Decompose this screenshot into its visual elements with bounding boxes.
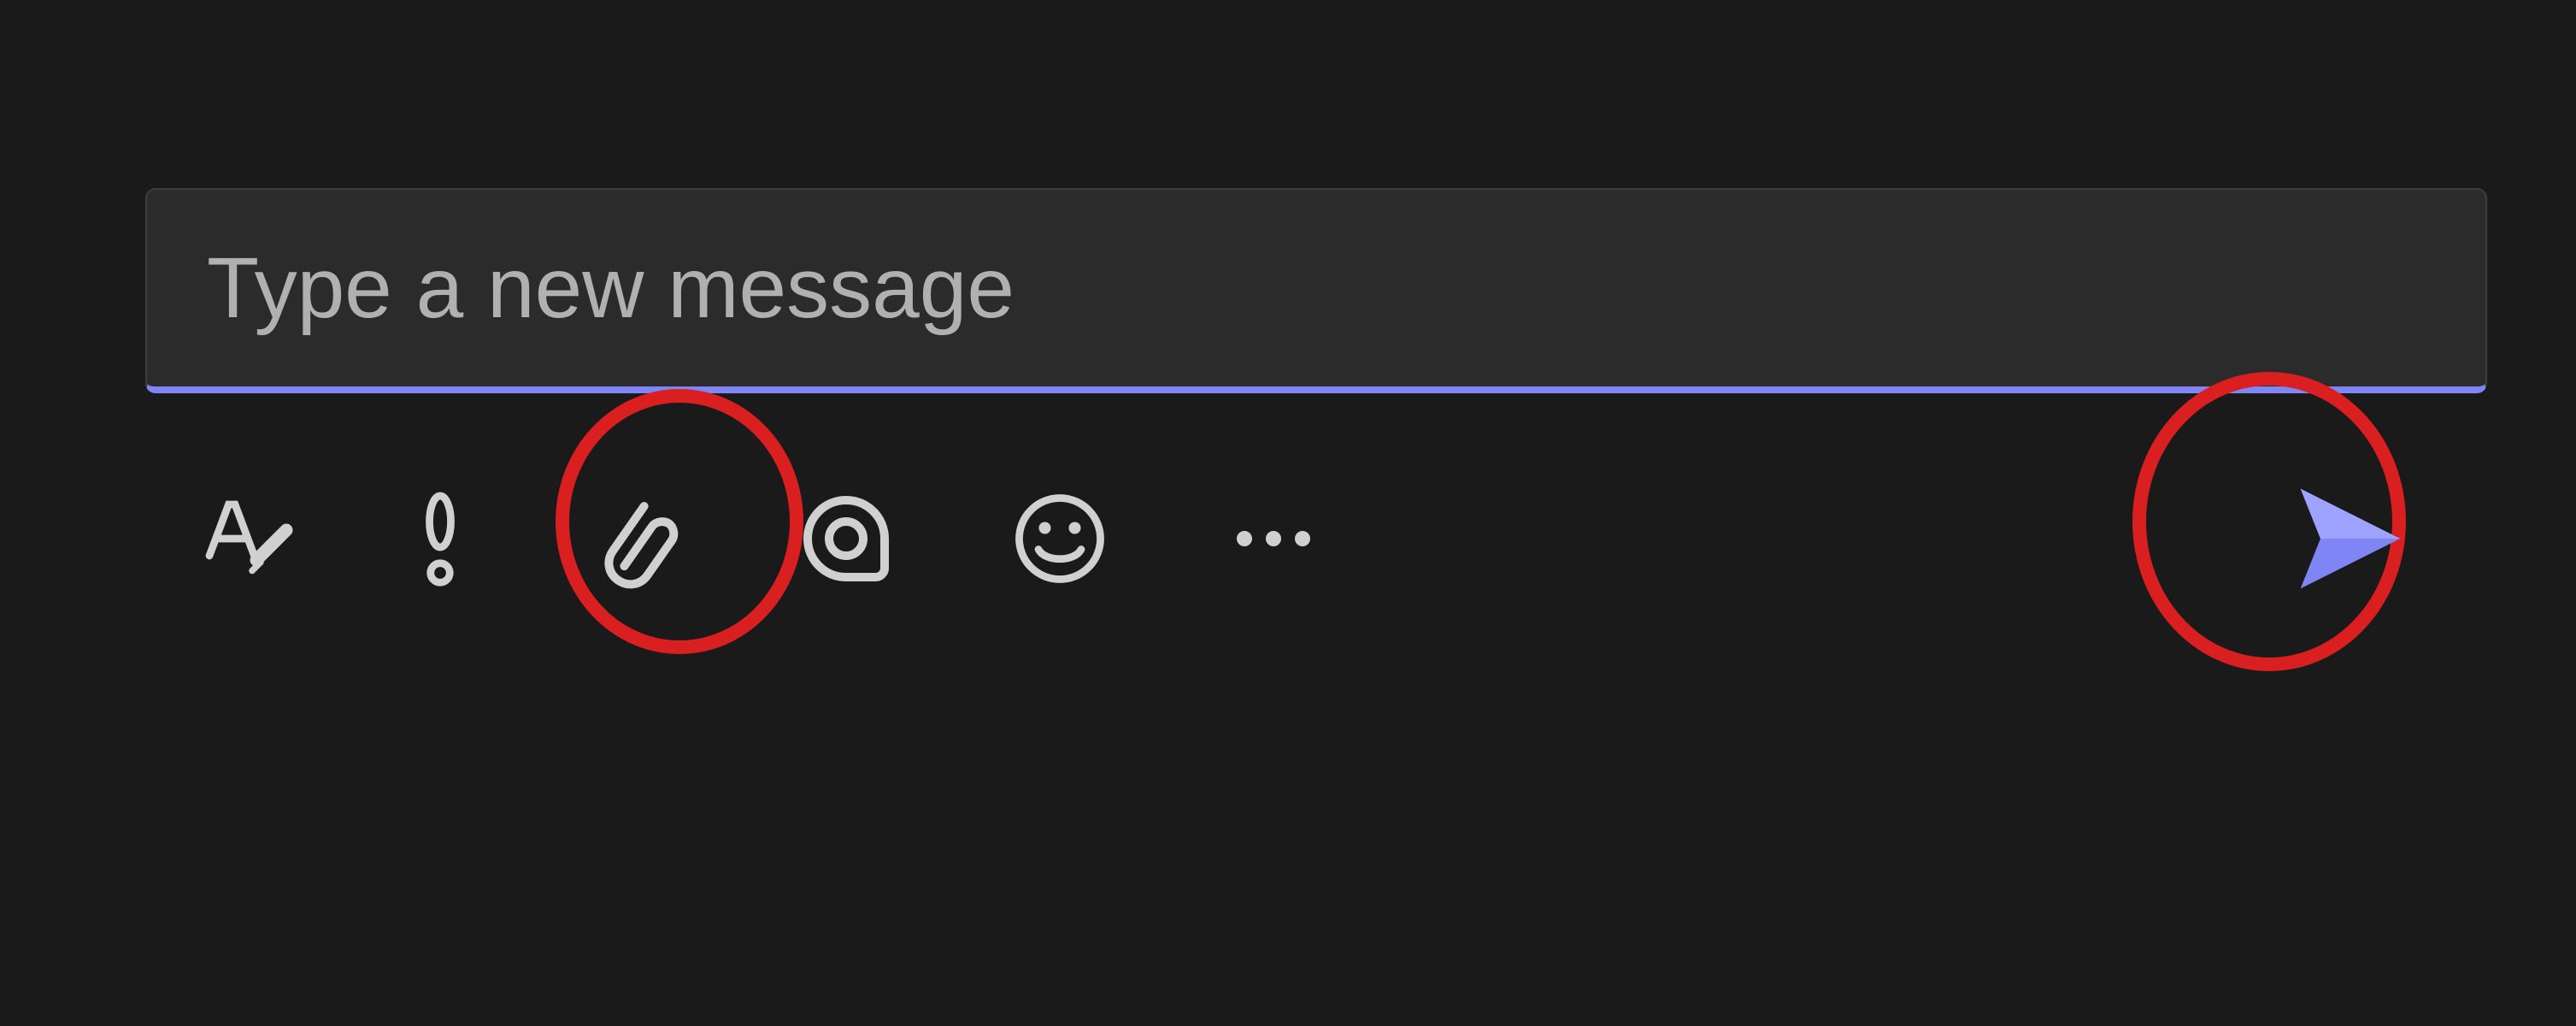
loop-components-icon [795, 487, 897, 590]
compose-toolbar [145, 453, 2487, 624]
send-button[interactable] [2291, 479, 2410, 598]
message-compose-area [145, 188, 2487, 624]
format-text-icon [197, 487, 299, 590]
smiley-icon [1009, 487, 1111, 590]
emoji-button[interactable] [1009, 487, 1111, 590]
format-text-button[interactable] [197, 487, 299, 590]
send-icon [2291, 479, 2410, 598]
exclamation-icon [410, 487, 470, 590]
set-importance-button[interactable] [410, 487, 470, 590]
message-input[interactable] [207, 239, 2426, 338]
paperclip-icon [581, 487, 684, 590]
more-options-button[interactable] [1222, 487, 1325, 590]
attach-file-button[interactable] [581, 487, 684, 590]
more-options-icon [1237, 531, 1310, 546]
message-input-container[interactable] [145, 188, 2487, 393]
loop-components-button[interactable] [795, 487, 897, 590]
